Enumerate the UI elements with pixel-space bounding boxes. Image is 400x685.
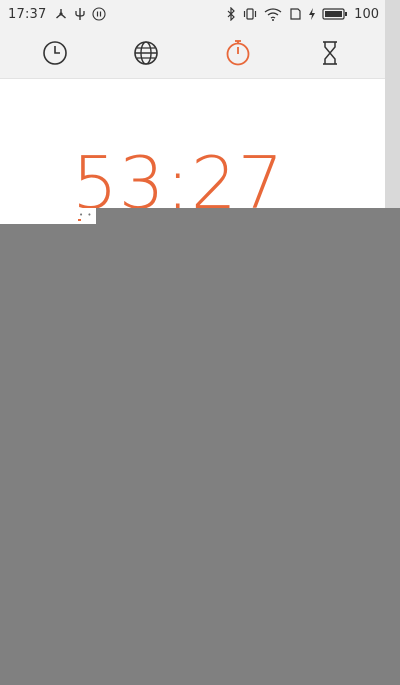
partial-lap-area: • • xyxy=(77,208,96,224)
stopwatch-icon xyxy=(225,39,251,67)
stopwatch-panel: 53:27 xyxy=(0,79,385,208)
globe-icon xyxy=(133,40,159,66)
wifi-icon xyxy=(264,7,282,21)
battery-level: 100 xyxy=(354,6,379,22)
accent-tick xyxy=(78,219,81,221)
bluetooth-icon xyxy=(226,7,236,21)
clock-icon xyxy=(42,40,68,66)
share-icon xyxy=(54,7,68,21)
vibrate-icon xyxy=(242,7,258,21)
sim-icon xyxy=(288,7,302,21)
battery-icon xyxy=(322,7,348,21)
hourglass-icon xyxy=(320,40,340,66)
status-bar: 17:37 100 xyxy=(0,0,385,28)
pause-circle-icon xyxy=(92,7,107,21)
tab-clock[interactable] xyxy=(25,28,85,78)
status-time: 17:37 xyxy=(8,6,47,22)
dim-overlay[interactable] xyxy=(0,224,400,685)
tab-timer[interactable] xyxy=(300,28,360,78)
tab-world-clock[interactable] xyxy=(116,28,176,78)
lap-marks: • • xyxy=(79,211,93,219)
dim-overlay-top[interactable] xyxy=(96,208,400,224)
usb-icon xyxy=(74,7,86,21)
side-panel-strip xyxy=(385,0,400,208)
stopwatch-display: 53:27 xyxy=(72,141,285,208)
tab-bar xyxy=(0,28,385,79)
tab-stopwatch[interactable] xyxy=(208,28,268,78)
charging-icon xyxy=(308,7,316,21)
